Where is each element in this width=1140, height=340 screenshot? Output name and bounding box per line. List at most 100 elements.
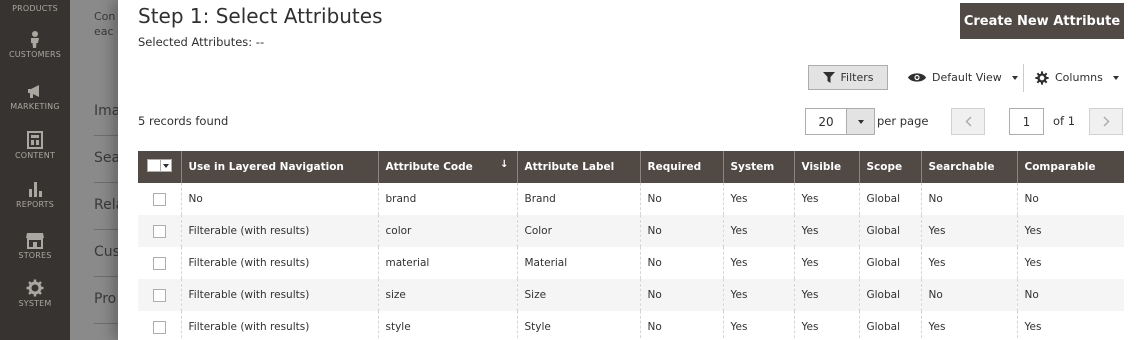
- column-header[interactable]: Scope: [858, 151, 921, 183]
- background-section: Ima: [94, 103, 121, 119]
- table-cell: Brand: [516, 183, 640, 215]
- table-cell: No: [639, 311, 723, 340]
- columns-label: Columns: [1055, 71, 1103, 84]
- column-header[interactable]: Required: [639, 151, 723, 183]
- table-cell: Yes: [722, 215, 794, 247]
- per-page-toggle[interactable]: [846, 109, 874, 134]
- per-page-value: 20: [818, 114, 834, 129]
- background-section: Cus: [94, 244, 120, 260]
- table-cell: Yes: [722, 183, 794, 215]
- mass-select-header: [138, 151, 181, 183]
- nav-item-stores[interactable]: STORES: [0, 231, 70, 260]
- columns-dropdown[interactable]: Columns: [1035, 65, 1119, 90]
- modal-title: Step 1: Select Attributes: [138, 4, 383, 28]
- next-page-button[interactable]: [1089, 108, 1123, 135]
- table-cell: Yes: [793, 311, 859, 340]
- toolbar-divider: [1023, 64, 1024, 92]
- table-cell: Yes: [1016, 215, 1124, 247]
- table-cell: No: [920, 279, 1017, 311]
- previous-page-button[interactable]: [951, 108, 985, 135]
- nav-item-reports[interactable]: REPORTS: [0, 180, 70, 209]
- column-header[interactable]: System: [722, 151, 794, 183]
- default-view-dropdown[interactable]: Default View: [908, 65, 1018, 90]
- table-cell: Yes: [793, 215, 859, 247]
- column-header-sorted[interactable]: Attribute Code ↓: [377, 151, 517, 183]
- row-checkbox[interactable]: [152, 288, 166, 302]
- per-page-select[interactable]: 20: [805, 108, 875, 135]
- table-row[interactable]: Filterable (with results) size Size No Y…: [138, 279, 1124, 311]
- storefront-icon: [26, 233, 44, 249]
- table-cell: Style: [516, 311, 640, 340]
- column-header[interactable]: Searchable: [920, 151, 1017, 183]
- table-cell: No: [180, 183, 378, 215]
- table-cell: Filterable (with results): [180, 247, 378, 279]
- gear-icon: [1035, 70, 1049, 85]
- current-page-input[interactable]: [1009, 108, 1044, 135]
- nav-item-label: PRODUCTS: [12, 4, 58, 13]
- table-cell: No: [639, 215, 723, 247]
- column-header[interactable]: Use in Layered Navigation: [180, 151, 378, 183]
- background-section: Sea: [94, 150, 121, 166]
- table-cell: No: [639, 247, 723, 279]
- row-checkbox[interactable]: [152, 320, 166, 334]
- table-cell: Global: [858, 215, 921, 247]
- nav-item-label: SYSTEM: [18, 299, 52, 308]
- table-row[interactable]: Filterable (with results) style Style No…: [138, 311, 1124, 340]
- table-cell: Yes: [920, 215, 1017, 247]
- table-row[interactable]: Filterable (with results) color Color No…: [138, 215, 1124, 247]
- table-cell: Yes: [793, 183, 859, 215]
- attributes-grid: Use in Layered Navigation Attribute Code…: [138, 151, 1124, 340]
- table-cell: Yes: [920, 247, 1017, 279]
- filters-button[interactable]: Filters: [808, 65, 888, 90]
- row-checkbox[interactable]: [152, 192, 166, 206]
- table-cell: No: [920, 183, 1017, 215]
- nav-item-label: CONTENT: [14, 151, 56, 160]
- megaphone-icon: [28, 85, 39, 98]
- table-cell: Global: [858, 311, 921, 340]
- table-row[interactable]: Filterable (with results) material Mater…: [138, 247, 1124, 279]
- table-cell: Filterable (with results): [180, 215, 378, 247]
- table-cell: color: [377, 215, 517, 247]
- nav-item-content[interactable]: CONTENT: [0, 131, 70, 160]
- chevron-left-icon: [964, 116, 972, 127]
- create-new-attribute-button[interactable]: Create New Attribute: [960, 3, 1124, 39]
- table-cell: Yes: [1016, 311, 1124, 340]
- table-cell: Yes: [722, 279, 794, 311]
- nav-item-marketing[interactable]: MARKETING: [0, 82, 70, 111]
- table-row[interactable]: No brand Brand No Yes Yes Global No No: [138, 183, 1124, 215]
- column-header[interactable]: Attribute Label: [516, 151, 640, 183]
- nav-item-customers[interactable]: CUSTOMERS: [0, 30, 70, 59]
- table-cell: Global: [858, 247, 921, 279]
- nav-item-products[interactable]: PRODUCTS: [0, 0, 70, 13]
- nav-item-label: REPORTS: [15, 200, 55, 209]
- column-header-label: Attribute Code: [385, 161, 473, 173]
- chevron-down-icon: [1112, 75, 1119, 80]
- row-checkbox[interactable]: [152, 256, 166, 270]
- nav-item-label: CUSTOMERS: [8, 50, 62, 59]
- nav-item-label: STORES: [18, 251, 52, 260]
- mass-select-checkbox[interactable]: [147, 159, 161, 172]
- table-cell: Yes: [920, 311, 1017, 340]
- mass-select-toggle[interactable]: [161, 159, 172, 172]
- background-text: eac: [94, 25, 114, 38]
- eye-icon: [908, 73, 926, 82]
- grid-header-row: Use in Layered Navigation Attribute Code…: [138, 151, 1124, 183]
- row-checkbox[interactable]: [152, 224, 166, 238]
- default-view-label: Default View: [932, 71, 1002, 84]
- bar-chart-icon: [29, 182, 42, 197]
- table-cell: Global: [858, 279, 921, 311]
- row-select-cell: [138, 247, 181, 279]
- column-header[interactable]: Visible: [793, 151, 859, 183]
- table-cell: brand: [377, 183, 517, 215]
- select-attributes-modal: Step 1: Select Attributes Selected Attri…: [118, 0, 1140, 340]
- column-header[interactable]: Comparable: [1016, 151, 1124, 183]
- table-cell: No: [1016, 279, 1124, 311]
- background-section: Pro: [94, 291, 117, 307]
- table-cell: Yes: [1016, 247, 1124, 279]
- mass-select-control[interactable]: [147, 159, 172, 172]
- chevron-down-icon: [1011, 75, 1018, 80]
- nav-item-system[interactable]: SYSTEM: [0, 279, 70, 308]
- table-cell: Color: [516, 215, 640, 247]
- table-cell: Yes: [793, 279, 859, 311]
- row-select-cell: [138, 183, 181, 215]
